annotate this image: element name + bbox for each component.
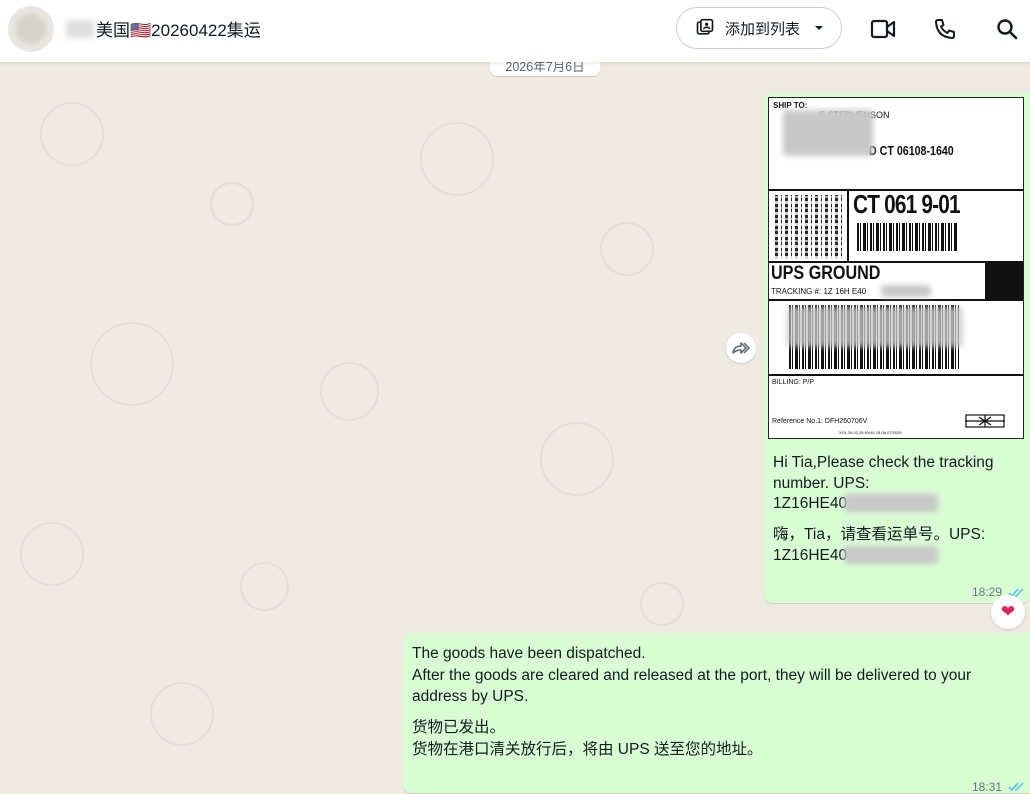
read-ticks-icon bbox=[1008, 782, 1024, 792]
message-time: 18:29 bbox=[972, 585, 1003, 599]
wallpaper-doodle bbox=[540, 422, 614, 496]
label-black-box bbox=[985, 263, 1023, 301]
label-footer-code: XOL 26.03.26 NV45 28.0A 07/2025 bbox=[839, 430, 902, 435]
label-city-line: D CT 06108-1640 bbox=[869, 143, 954, 158]
forward-button[interactable] bbox=[726, 333, 756, 363]
label-service-section: UPS GROUND TRACKING #: 1Z 16H E40 bbox=[769, 263, 1023, 301]
forward-icon bbox=[732, 342, 750, 354]
voice-call-button[interactable] bbox=[932, 16, 958, 42]
chevron-down-icon bbox=[815, 26, 824, 30]
wallpaper-doodle bbox=[40, 102, 104, 166]
heart-icon: ❤ bbox=[1000, 602, 1016, 621]
label-service: UPS GROUND bbox=[771, 263, 881, 284]
add-to-list-icon bbox=[696, 18, 714, 35]
message-text-en: After the goods are cleared and released… bbox=[412, 667, 972, 705]
message-text-en: The goods have been dispatched. bbox=[412, 645, 646, 662]
wallpaper-doodle bbox=[90, 322, 174, 406]
redacted-tracking bbox=[881, 285, 931, 297]
label-ship-to: SHIP TO: bbox=[773, 101, 808, 110]
label-tracking-prefix: TRACKING #: 1Z 16H E40 bbox=[771, 287, 867, 296]
ups-logo-icon bbox=[965, 414, 1005, 428]
route-barcode bbox=[857, 223, 957, 251]
video-call-icon bbox=[870, 19, 896, 39]
message-text-zh: 嗨，Tia，请查看运单号。UPS: bbox=[773, 526, 986, 543]
wallpaper-doodle bbox=[320, 362, 379, 421]
add-to-list-label: 添加到列表 bbox=[725, 20, 801, 38]
avatar[interactable] bbox=[8, 6, 54, 52]
redacted-address bbox=[783, 110, 873, 156]
wallpaper-doodle bbox=[20, 522, 84, 586]
message-tracking-en: 1Z16HE40 bbox=[773, 495, 848, 512]
search-button[interactable] bbox=[994, 16, 1020, 42]
heart-reaction[interactable]: ❤ bbox=[991, 595, 1025, 629]
redacted-tracking-en bbox=[844, 494, 938, 512]
message-text-zh: 货物在港口清关放行后，将由 UPS 送至您的地址。 bbox=[412, 741, 763, 758]
add-to-list-button[interactable]: 添加到列表 bbox=[676, 7, 842, 49]
label-route-section: CT 061 9-01 bbox=[769, 189, 1023, 263]
message-tracking-zh: 1Z16HE40 bbox=[773, 547, 848, 564]
wallpaper-doodle bbox=[640, 582, 684, 626]
search-icon bbox=[997, 19, 1018, 40]
shipping-label-image[interactable]: SHIP TO: E STEPHENSON D CT 06108-1640 CT… bbox=[768, 97, 1024, 439]
redacted-tracking-zh bbox=[844, 546, 938, 564]
video-call-button[interactable] bbox=[870, 16, 896, 42]
label-address-section: SHIP TO: E STEPHENSON D CT 06108-1640 bbox=[769, 98, 1023, 191]
wallpaper-doodle bbox=[600, 222, 654, 276]
label-barcode-section bbox=[769, 301, 1023, 376]
label-route-code: CT 061 9-01 bbox=[853, 189, 961, 219]
label-billing-section: BILLING: P/P Reference No.1: DFH260706V … bbox=[769, 376, 1023, 438]
redacted-barcode bbox=[787, 307, 963, 347]
maxicode-image bbox=[775, 195, 843, 259]
chat-header: 美国🇺🇸20260422集运 添加到列表 bbox=[0, 0, 1030, 62]
wallpaper-doodle bbox=[210, 182, 254, 226]
label-billing: BILLING: P/P bbox=[772, 379, 815, 386]
label-divider bbox=[847, 191, 849, 261]
message-text-zh: 货物已发出。 bbox=[412, 719, 506, 736]
label-reference: Reference No.1: DFH260706V bbox=[772, 418, 868, 425]
redacted-name bbox=[66, 20, 94, 38]
wallpaper-doodle bbox=[420, 122, 494, 196]
chat-title[interactable]: 美国🇺🇸20260422集运 bbox=[96, 16, 261, 41]
wallpaper-doodle bbox=[240, 562, 289, 611]
wallpaper-doodle bbox=[150, 682, 214, 746]
voice-call-icon bbox=[935, 19, 955, 39]
message-text-en: Hi Tia,Please check the tracking number.… bbox=[773, 454, 994, 492]
